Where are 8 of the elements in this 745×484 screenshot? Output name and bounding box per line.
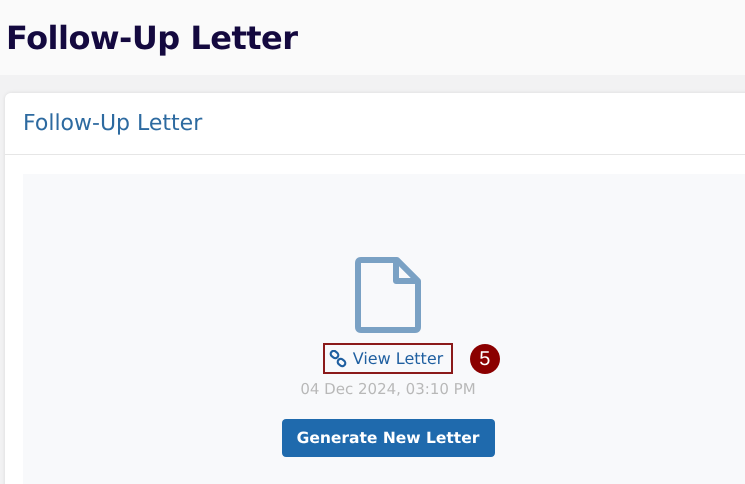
generate-letter-button[interactable]: Generate New Letter (282, 419, 494, 457)
link-icon (328, 350, 347, 368)
page-title: Follow-Up Letter (6, 18, 298, 56)
timestamp: 04 Dec 2024, 03:10 PM (300, 380, 476, 398)
step-badge: 5 (470, 344, 500, 374)
view-letter-link[interactable]: View Letter (322, 343, 454, 374)
document-icon (355, 257, 421, 333)
card-title: Follow-Up Letter (23, 111, 202, 136)
